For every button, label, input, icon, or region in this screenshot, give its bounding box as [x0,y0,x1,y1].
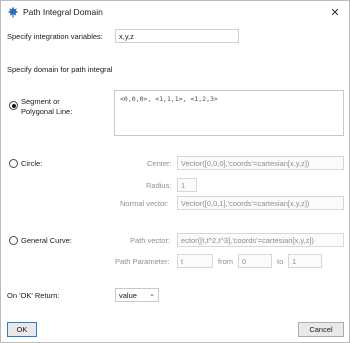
to-label: to [277,257,284,266]
circle-normal-input[interactable]: Vector([0,0,1],'coords'=cartesian[x,y,z]… [177,196,344,210]
title-bar[interactable]: Path Integral Domain ✕ [1,1,349,23]
integration-variables-label: Specify integration variables: [7,32,103,41]
circle-label: Circle: [21,159,43,168]
circle-center-input[interactable]: Vector([0,0,0],'coords'=cartesian[x,y,z]… [177,156,344,170]
path-vector-label: Path vector: [130,236,171,245]
domain-heading: Specify domain for path integral [7,65,113,74]
ok-button[interactable]: OK [7,322,37,337]
circle-normal-label: Normal vector: [120,199,169,208]
close-button[interactable]: ✕ [325,3,345,21]
cancel-button[interactable]: Cancel [298,322,344,337]
circle-center-label: Center: [147,159,172,168]
window-title: Path Integral Domain [23,7,103,17]
general-curve-radio[interactable] [9,236,18,245]
to-input[interactable]: 1 [288,254,322,268]
path-integral-domain-dialog: Path Integral Domain ✕ Specify integrati… [0,0,350,343]
path-parameter-input[interactable]: t [177,254,213,268]
from-input[interactable]: 0 [238,254,272,268]
segment-label-line2: Polygonal Line: [21,107,73,116]
circle-radius-label: Radius: [146,181,172,190]
integration-variables-input[interactable]: x,y,z [115,29,239,43]
on-ok-return-label: On 'OK' Return: [7,291,60,300]
circle-radio[interactable] [9,159,18,168]
return-type-select[interactable]: value ⌄ [115,288,159,302]
segment-label-line1: Segment or [21,97,60,106]
chevron-down-icon: ⌄ [149,291,155,298]
from-label: from [218,257,233,266]
segment-points-textarea[interactable]: <0,0,0>, <1,1,1>, <1,2,3> [114,90,344,136]
segment-radio[interactable] [9,101,18,110]
maple-leaf-icon [7,6,19,18]
general-curve-label: General Curve: [21,236,72,245]
close-icon: ✕ [330,6,340,19]
path-parameter-label: Path Parameter: [115,257,170,266]
circle-radius-input[interactable]: 1 [177,178,197,192]
return-type-value: value [119,291,137,300]
path-vector-input[interactable]: ector([t,t^2,t^3],'coords'=cartesian[x,y… [177,233,344,247]
